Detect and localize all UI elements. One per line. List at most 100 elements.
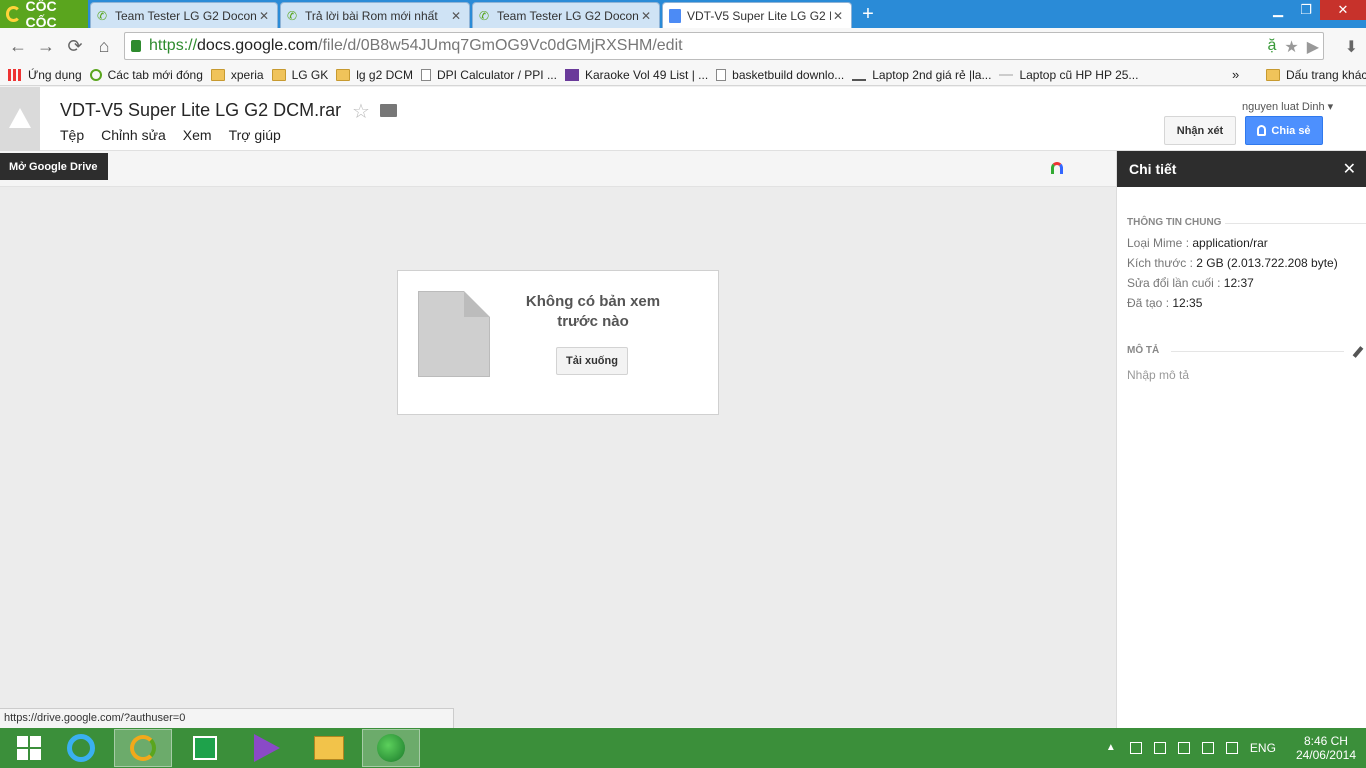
browser-tab-1[interactable]: ✆ Team Tester LG G2 Docon ✕: [90, 2, 278, 28]
bookmark-label: Ứng dụng: [28, 67, 82, 82]
divider: [1225, 223, 1366, 224]
menu-edit[interactable]: Chỉnh sửa: [101, 127, 166, 143]
omnibox-actions: ặ ★ ▶: [1267, 37, 1319, 57]
description-input[interactable]: Nhập mô tả: [1127, 368, 1189, 382]
minimize-button[interactable]: ▁: [1264, 0, 1292, 20]
visual-studio-icon: [254, 734, 280, 762]
tab-close-icon[interactable]: ✕: [257, 9, 271, 23]
phone-icon: ✆: [97, 8, 108, 23]
details-title: Chi tiết: [1129, 161, 1177, 177]
bookmark-label: Karaoke Vol 49 List | ...: [584, 67, 709, 82]
file-explorer-icon: [314, 736, 344, 760]
tab-close-icon[interactable]: ✕: [639, 9, 653, 23]
clock[interactable]: 8:46 CH 24/06/2014: [1296, 734, 1356, 762]
file-icon: [418, 291, 490, 377]
star-icon[interactable]: ☆: [352, 99, 370, 124]
comment-button[interactable]: Nhận xét: [1164, 116, 1236, 145]
browser-toolbar: ← → ⟳ ⌂ https://docs.google.com/file/d/0…: [0, 28, 1366, 64]
detail-row-size: Kích thước : 2 GB (2.013.722.208 byte): [1127, 256, 1338, 270]
close-window-button[interactable]: ✕: [1320, 0, 1366, 20]
back-button[interactable]: ←: [8, 36, 28, 56]
start-button[interactable]: [0, 729, 58, 767]
taskbar-store[interactable]: [176, 729, 234, 767]
translate-icon[interactable]: ặ: [1267, 37, 1276, 57]
browser-tab-4-active[interactable]: VDT-V5 Super Lite LG G2 D ✕: [662, 2, 852, 28]
account-name[interactable]: nguyen luat Dinh ▾: [1242, 100, 1333, 113]
document-icon: [669, 8, 681, 23]
bookmark-laptop-hp[interactable]: Laptop cũ HP HP 25...: [999, 68, 1138, 82]
drive-logo-button[interactable]: [0, 87, 40, 151]
bookmark-label: Laptop 2nd giá rẻ |la...: [872, 67, 992, 82]
chart-icon: [564, 68, 579, 81]
bookmark-karaoke[interactable]: Karaoke Vol 49 List | ...: [564, 67, 709, 82]
folder-icon: [210, 68, 225, 81]
bookmark-star-icon[interactable]: ★: [1284, 37, 1298, 57]
detail-row-mime: Loại Mime : application/rar: [1127, 236, 1268, 250]
pencil-icon[interactable]: [1352, 346, 1364, 358]
menu-view[interactable]: Xem: [183, 127, 212, 143]
bookmark-other[interactable]: Dấu trang khác: [1266, 64, 1366, 86]
bookmark-label: Các tab mới đóng: [107, 67, 203, 82]
tab-close-icon[interactable]: ✕: [449, 9, 463, 23]
tab-title: Team Tester LG G2 Docon: [497, 8, 639, 23]
menu-help[interactable]: Trợ giúp: [229, 127, 281, 143]
bookmark-label: LG GK: [291, 67, 329, 82]
download-button[interactable]: Tải xuống: [556, 347, 628, 375]
bookmark-recent-tabs[interactable]: Các tab mới đóng: [89, 67, 203, 82]
description-heading: MÔ TẢ: [1127, 345, 1160, 356]
new-tab-button[interactable]: +: [858, 4, 878, 24]
taskbar-file-explorer[interactable]: [300, 729, 358, 767]
browser-tab-3[interactable]: ✆ Team Tester LG G2 Docon ✕: [472, 2, 660, 28]
file-title[interactable]: VDT-V5 Super Lite LG G2 DCM.rar: [60, 100, 341, 121]
bookmarks-overflow-button[interactable]: »: [1232, 67, 1239, 82]
close-icon[interactable]: ✕: [1343, 159, 1356, 179]
maximize-button[interactable]: ❐: [1292, 0, 1320, 20]
detail-row-modified: Sửa đổi lần cuối : 12:37: [1127, 276, 1254, 290]
tray-overflow-icon[interactable]: ▲: [1106, 742, 1118, 754]
tab-close-icon[interactable]: ✕: [831, 9, 845, 23]
bookmark-basketbuild[interactable]: basketbuild downlo...: [716, 68, 844, 82]
bookmark-xperia[interactable]: xperia: [210, 67, 264, 82]
bookmark-lg-g2-dcm[interactable]: lg g2 DCM: [336, 68, 413, 82]
folder-icon[interactable]: [380, 104, 397, 117]
bookmark-apps[interactable]: Ứng dụng: [8, 68, 82, 82]
phone-icon: ✆: [287, 8, 298, 23]
download-manager-icon: [377, 734, 405, 762]
reload-button[interactable]: ⟳: [65, 36, 85, 56]
bookmark-lg-gk[interactable]: LG GK: [271, 67, 329, 82]
share-label: Chia sẻ: [1271, 124, 1311, 137]
address-bar[interactable]: https://docs.google.com/file/d/0B8w54JUm…: [124, 32, 1324, 60]
power-icon[interactable]: [1177, 742, 1190, 754]
menu-file[interactable]: Tệp: [60, 127, 84, 143]
system-tray: ▲ ENG 8:46 CH 24/06/2014: [1100, 728, 1366, 768]
details-header: Chi tiết ✕: [1117, 151, 1366, 187]
language-indicator[interactable]: ENG: [1250, 741, 1276, 755]
signal-icon[interactable]: [1201, 742, 1214, 754]
flag-icon[interactable]: [1129, 742, 1142, 754]
browser-tab-2[interactable]: ✆ Trả lời bài Rom mới nhất ✕: [280, 2, 470, 28]
bookmark-laptop-2nd[interactable]: Laptop 2nd giá rẻ |la...: [852, 68, 991, 82]
tab-title: Team Tester LG G2 Docon: [115, 8, 257, 23]
home-button[interactable]: ⌂: [94, 36, 114, 56]
address-url[interactable]: https://docs.google.com/file/d/0B8w54JUm…: [149, 37, 683, 55]
cast-icon[interactable]: ▶: [1307, 37, 1319, 57]
loading-icon: [1051, 162, 1063, 174]
volume-icon[interactable]: [1225, 742, 1238, 754]
windows-logo-icon: [17, 736, 41, 760]
detail-row-created: Đã tạo : 12:35: [1127, 296, 1203, 310]
bookmark-label: DPI Calculator / PPI ...: [436, 67, 557, 82]
taskbar-internet-explorer[interactable]: [52, 729, 110, 767]
general-info-heading: THÔNG TIN CHUNG: [1127, 217, 1222, 228]
taskbar-visual-studio[interactable]: [238, 729, 296, 767]
bookmark-label: xperia: [230, 67, 264, 82]
taskbar-coccoc[interactable]: [114, 729, 172, 767]
forward-button[interactable]: →: [36, 36, 56, 56]
bookmark-dpi-calculator[interactable]: DPI Calculator / PPI ...: [420, 67, 557, 82]
share-button[interactable]: Chia sẻ: [1245, 116, 1323, 145]
bluetooth-icon[interactable]: [1153, 742, 1166, 754]
coccoc-logo[interactable]: CỐC CỐC: [0, 0, 88, 30]
taskbar-download-manager[interactable]: [362, 729, 420, 767]
tab-title: Trả lời bài Rom mới nhất: [305, 8, 438, 23]
download-icon[interactable]: ⬇: [1345, 37, 1358, 57]
folder-icon: [1266, 69, 1280, 81]
